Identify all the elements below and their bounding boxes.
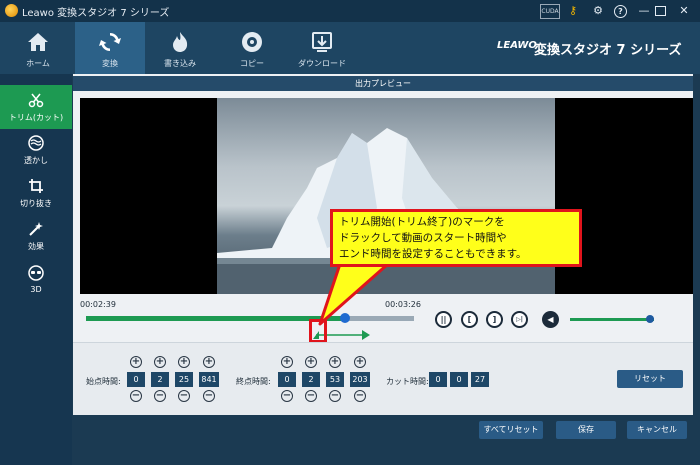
nav-home[interactable]: ホーム xyxy=(3,22,73,74)
sidebar-item-label: 3D xyxy=(30,285,42,294)
close-icon[interactable]: ✕ xyxy=(676,4,692,18)
sidebar-item-effect[interactable]: 効果 xyxy=(0,214,72,258)
start-minute-minus-button[interactable]: − xyxy=(154,390,166,402)
end-minute-minus-button[interactable]: − xyxy=(305,390,317,402)
sidebar-item-trim[interactable]: トリム(カット) xyxy=(0,85,72,129)
trim-end-marker[interactable] xyxy=(362,330,370,340)
start-time-label: 始点時間: xyxy=(86,377,121,386)
start-second-plus-button[interactable]: + xyxy=(178,356,190,368)
cut-second-field: 27 xyxy=(471,372,489,387)
end-second-field[interactable]: 53 xyxy=(326,372,344,387)
end-hour-field[interactable]: 0 xyxy=(278,372,296,387)
maximize-icon[interactable] xyxy=(655,6,666,16)
callout-pointer xyxy=(318,262,390,326)
mark-start-button[interactable]: [ xyxy=(461,311,478,328)
start-minute-plus-button[interactable]: + xyxy=(154,356,166,368)
end-minute-field[interactable]: 2 xyxy=(302,372,320,387)
nav-burn[interactable]: 書き込み xyxy=(145,22,215,74)
nav-label: コピー xyxy=(240,59,264,68)
app-logo-icon xyxy=(5,4,18,17)
start-hour-field[interactable]: 0 xyxy=(127,372,145,387)
end-ms-field[interactable]: 203 xyxy=(350,372,370,387)
start-second-field[interactable]: 25 xyxy=(175,372,193,387)
brand-logo: LEAWO xyxy=(497,40,537,51)
sidebar-item-label: 効果 xyxy=(28,242,44,251)
end-hour-minus-button[interactable]: − xyxy=(281,390,293,402)
save-button[interactable]: 保存 xyxy=(556,421,616,439)
end-second-minus-button[interactable]: − xyxy=(329,390,341,402)
crop-icon xyxy=(29,179,43,193)
cut-minute-field: 0 xyxy=(450,372,468,387)
start-ms-field[interactable]: 841 xyxy=(199,372,219,387)
current-time: 00:02:39 xyxy=(80,300,116,309)
nav-download[interactable]: ダウンロード xyxy=(287,22,357,74)
minimize-icon[interactable]: — xyxy=(636,4,652,18)
start-ms-plus-button[interactable]: + xyxy=(203,356,215,368)
nav-label: ホーム xyxy=(26,59,50,68)
convert-icon xyxy=(99,32,121,52)
start-second-minus-button[interactable]: − xyxy=(178,390,190,402)
effect-icon xyxy=(29,222,43,236)
start-minute-field[interactable]: 2 xyxy=(151,372,169,387)
cut-hour-field: 0 xyxy=(429,372,447,387)
callout-line: ドラックして動画のスタート時間や xyxy=(339,232,507,244)
scissors-icon xyxy=(28,93,44,108)
nav-label: 変換 xyxy=(102,59,118,68)
reset-button[interactable]: リセット xyxy=(617,370,683,388)
download-icon xyxy=(312,32,332,52)
sidebar-item-watermark[interactable]: 透かし xyxy=(0,128,72,172)
end-second-plus-button[interactable]: + xyxy=(329,356,341,368)
sidebar-item-label: 切り抜き xyxy=(20,199,52,208)
sidebar-item-label: トリム(カット) xyxy=(8,113,64,122)
nav-label: ダウンロード xyxy=(298,59,346,68)
end-ms-plus-button[interactable]: + xyxy=(354,356,366,368)
end-hour-plus-button[interactable]: + xyxy=(281,356,293,368)
cut-time-label: カット時間: xyxy=(386,377,429,386)
end-ms-minus-button[interactable]: − xyxy=(354,390,366,402)
nav-convert[interactable]: 変換 xyxy=(75,22,145,74)
volume-handle[interactable] xyxy=(646,315,654,323)
brand-title: 変換スタジオ 7 シリーズ xyxy=(534,43,682,58)
gear-icon[interactable]: ⚙ xyxy=(590,4,606,18)
start-ms-minus-button[interactable]: − xyxy=(203,390,215,402)
pause-button[interactable]: || xyxy=(435,311,452,328)
end-minute-plus-button[interactable]: + xyxy=(305,356,317,368)
nav-label: 書き込み xyxy=(164,59,196,68)
sidebar-item-3d[interactable]: 3D xyxy=(0,258,72,302)
window-title: Leawo 変換スタジオ 7 シリーズ xyxy=(22,8,170,19)
help-icon[interactable]: ? xyxy=(614,5,627,18)
volume-slider[interactable] xyxy=(570,318,654,321)
callout-line: エンド時間を設定することもできます。 xyxy=(339,248,527,260)
burn-icon xyxy=(173,32,188,52)
sidebar-item-crop[interactable]: 切り抜き xyxy=(0,171,72,215)
speaker-icon[interactable]: ◀ xyxy=(542,311,559,328)
3d-glasses-icon xyxy=(28,265,44,281)
callout-line: トリム開始(トリム終了)のマークを xyxy=(339,216,505,228)
watermark-icon xyxy=(28,135,44,151)
sidebar-item-label: 透かし xyxy=(24,156,48,165)
key-icon[interactable]: ⚷ xyxy=(565,4,581,18)
copy-icon xyxy=(242,32,262,52)
home-icon xyxy=(28,33,48,51)
mark-end-button[interactable]: ] xyxy=(486,311,503,328)
reset-all-button[interactable]: すべてリセット xyxy=(479,421,543,439)
cancel-button[interactable]: キャンセル xyxy=(627,421,687,439)
tutorial-callout: トリム開始(トリム終了)のマークを ドラックして動画のスタート時間や エンド時間… xyxy=(330,209,582,267)
preview-header: 出力プレビュー xyxy=(73,76,693,91)
end-time-label: 終点時間: xyxy=(236,377,271,386)
next-frame-button[interactable]: ▷| xyxy=(511,311,528,328)
gpu-acceleration-icon[interactable]: CUDA xyxy=(540,4,560,19)
nav-copy[interactable]: コピー xyxy=(217,22,287,74)
start-hour-plus-button[interactable]: + xyxy=(130,356,142,368)
start-hour-minus-button[interactable]: − xyxy=(130,390,142,402)
